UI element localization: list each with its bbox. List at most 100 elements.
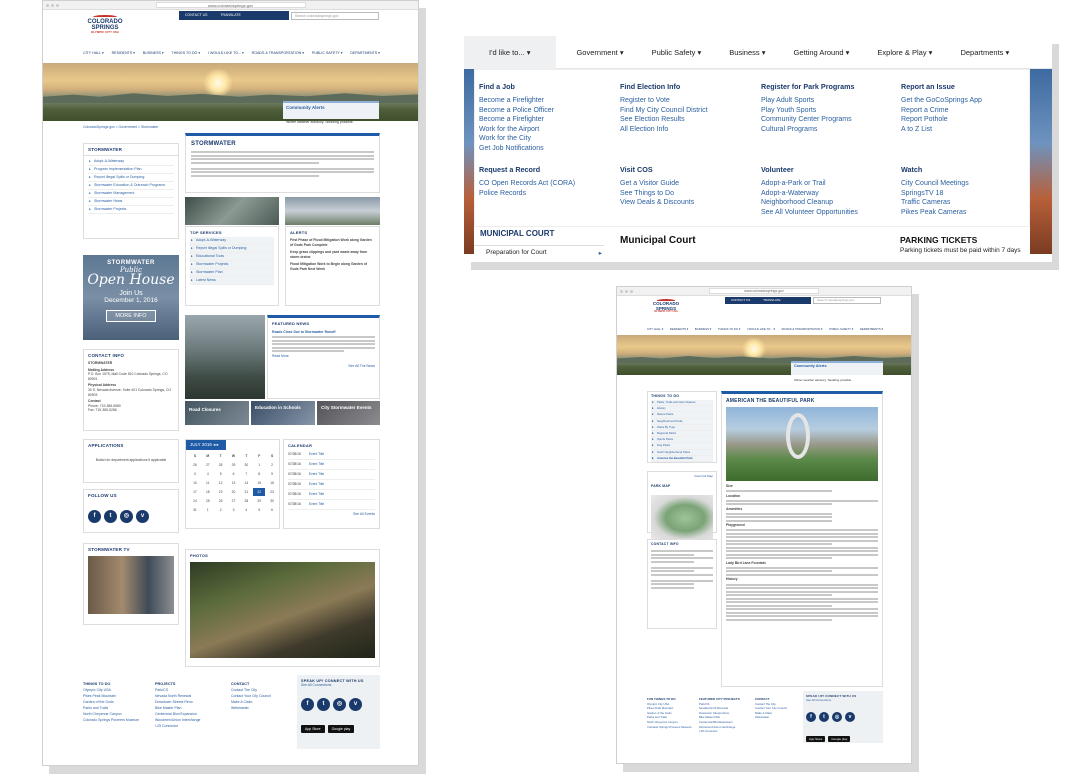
url-field[interactable]: www.coloradosprings.gov — [155, 2, 306, 8]
event-title[interactable]: Event Title — [309, 500, 324, 509]
calendar-day[interactable]: 4 — [240, 506, 252, 514]
dropdown-link[interactable]: See Things to Do — [620, 189, 755, 199]
dropdown-link[interactable]: Pikes Peak Cameras — [901, 208, 1036, 218]
event-row[interactable]: 07/28/16 Event Title — [288, 490, 375, 500]
dropdown-link[interactable]: Find My City Council District — [620, 106, 755, 116]
calendar-day[interactable]: 10 — [189, 479, 201, 487]
sidebar-item-adopt[interactable]: Adopt-A-Waterway — [88, 158, 174, 166]
event-title[interactable]: Event Title — [309, 450, 324, 459]
app-store-badge[interactable]: App Store — [301, 724, 325, 733]
service-report[interactable]: Report Illegal Spills or Dumping — [190, 245, 274, 253]
instagram-icon[interactable]: ◎ — [832, 711, 842, 722]
alert-item[interactable]: Flood Mitigation Work to Begin along Gar… — [290, 262, 375, 271]
calendar-day[interactable]: 1 — [253, 461, 265, 469]
nav-departments[interactable]: DEPARTMENTS ▾ — [350, 51, 380, 55]
google-play-badge[interactable]: Google play — [327, 724, 355, 733]
nav-residents[interactable]: RESIDENTS ▾ — [670, 327, 688, 331]
calendar-day[interactable]: 1 — [202, 506, 214, 514]
nav-public-safety[interactable]: PUBLIC SAFETY ▾ — [829, 327, 853, 331]
city-logo[interactable]: COLORADO SPRINGS OLYMPIC CITY USA — [641, 299, 691, 314]
calendar-day[interactable]: 14 — [240, 479, 252, 487]
sidebar-item[interactable]: America the Beautiful Park — [651, 456, 713, 463]
calendar-day[interactable]: 7 — [240, 470, 252, 478]
event-row[interactable]: 07/28/16 Event Title — [288, 460, 375, 470]
tile-road-closures[interactable]: Road Closures — [185, 401, 249, 425]
sidebar-item-education[interactable]: Stormwater Education & Outreach Programs — [88, 182, 174, 190]
dropdown-link[interactable]: Work for the Airport — [479, 125, 614, 135]
gallery-photo[interactable] — [190, 562, 375, 658]
nav-business[interactable]: BUSINESS ▾ — [695, 327, 711, 331]
dropdown-link[interactable]: See All Volunteer Opportunities — [761, 208, 896, 218]
dropdown-link[interactable]: Become a Firefighter — [479, 96, 614, 106]
event-row[interactable]: 07/28/16 Event Title — [288, 450, 375, 460]
nav-things-to-do[interactable]: THINGS TO DO ▾ — [172, 51, 201, 55]
twitter-icon[interactable]: t — [104, 510, 117, 523]
tile-education[interactable]: Education in Schools — [251, 401, 315, 425]
sidebar-item-projects[interactable]: Stormwater Projects — [88, 206, 174, 214]
dropdown-link[interactable]: CO Open Records Act (CORA) — [479, 179, 614, 189]
sidebar-item-news[interactable]: Stormwater News — [88, 198, 174, 206]
dropdown-link[interactable]: Adopt-a-Park or Trail — [761, 179, 896, 189]
dropdown-link[interactable]: Neighborhood Cleanup — [761, 198, 896, 208]
see-all-connections-link[interactable]: See All Connections — [806, 698, 880, 703]
twitter-icon[interactable]: t — [819, 711, 829, 722]
dropdown-link[interactable]: Adopt-a-Waterway — [761, 189, 896, 199]
dropdown-link[interactable]: City Council Meetings — [901, 179, 1036, 189]
sidebar-item-plan[interactable]: Program Implementation Plan — [88, 166, 174, 174]
read-more-link[interactable]: Read More — [272, 354, 375, 359]
open-house-promo[interactable]: STORMWATER Public Open House Join Us Dec… — [83, 255, 179, 340]
menu-public-safety[interactable]: Public Safety ▾ — [638, 48, 716, 57]
contact-us-link[interactable]: CONTACT US — [725, 297, 756, 304]
google-play-badge[interactable]: Google play — [828, 735, 851, 742]
url-field[interactable]: www.coloradosprings.gov — [709, 288, 819, 294]
calendar-day[interactable]: 11 — [202, 479, 214, 487]
calendar-day[interactable]: 6 — [228, 470, 240, 478]
calendar-day[interactable]: 26 — [189, 461, 201, 469]
facebook-icon[interactable]: f — [806, 711, 816, 722]
service-adopt[interactable]: Adopt-A-Waterway — [190, 237, 274, 245]
footer-link[interactable]: I-25 Connector — [699, 729, 753, 734]
dropdown-link[interactable]: View Deals & Discounts — [620, 198, 755, 208]
calendar-day[interactable]: 9 — [266, 470, 278, 478]
dropdown-link[interactable]: SpringsTV 18 — [901, 189, 1036, 199]
service-plan[interactable]: Stormwater Plan — [190, 269, 274, 277]
event-row[interactable]: 07/28/16 Event Title — [288, 480, 375, 490]
all-news-link[interactable]: See All The News — [272, 364, 375, 369]
calendar-day[interactable]: 31 — [189, 506, 201, 514]
dropdown-link[interactable]: Cultural Programs — [761, 125, 896, 135]
search-input[interactable]: Search coloradosprings.gov — [291, 12, 379, 20]
dropdown-link[interactable]: Get Job Notifications — [479, 144, 614, 154]
park-photo[interactable] — [726, 407, 878, 481]
facebook-icon[interactable]: f — [88, 510, 101, 523]
event-row[interactable]: 07/28/16 Event Title — [288, 470, 375, 480]
footer-link[interactable]: I-25 Connector — [155, 723, 219, 729]
browser-url-bar[interactable]: www.coloradosprings.gov — [43, 1, 418, 10]
calendar-day[interactable]: 5 — [253, 506, 265, 514]
nav-roads[interactable]: ROADS & TRANSPORTATION ▾ — [252, 51, 304, 55]
calendar-day[interactable]: 20 — [228, 488, 240, 496]
sidebar-item-report[interactable]: Report Illegal Spills or Dumping — [88, 174, 174, 182]
calendar-day[interactable]: 25 — [202, 497, 214, 505]
menu-government[interactable]: Government ▾ — [556, 48, 637, 57]
calendar-day[interactable]: 16 — [266, 479, 278, 487]
calendar-day[interactable]: 6 — [266, 506, 278, 514]
nav-roads[interactable]: ROADS & TRANSPORTATION ▾ — [782, 327, 823, 331]
preparation-for-court-link[interactable]: Preparation for Court ▸ — [474, 245, 604, 259]
tv-video-thumbnail[interactable] — [88, 556, 174, 614]
app-store-badge[interactable]: App Store — [806, 735, 826, 742]
footer-link[interactable]: Webmaster — [231, 705, 291, 711]
promo-more-info-button[interactable]: MORE INFO — [106, 310, 156, 322]
community-alerts[interactable]: Community Alerts Winter weather advisory… — [791, 361, 883, 382]
calendar-day[interactable]: 17 — [189, 488, 201, 496]
calendar-day[interactable]: 8 — [253, 470, 265, 478]
calendar-day[interactable]: 26 — [215, 497, 227, 505]
vimeo-icon[interactable]: v — [349, 697, 362, 711]
calendar-day[interactable]: 28 — [240, 497, 252, 505]
vimeo-icon[interactable]: v — [845, 711, 855, 722]
search-input[interactable]: Search coloradosprings.gov — [813, 297, 881, 304]
breadcrumb[interactable]: ColoradoSprings.gov > Government > Storm… — [83, 125, 158, 130]
dropdown-link[interactable]: Become a Police Officer — [479, 106, 614, 116]
calendar-day[interactable]: 18 — [202, 488, 214, 496]
dropdown-link[interactable]: Traffic Cameras — [901, 198, 1036, 208]
dropdown-link[interactable]: A to Z List — [901, 125, 1036, 135]
